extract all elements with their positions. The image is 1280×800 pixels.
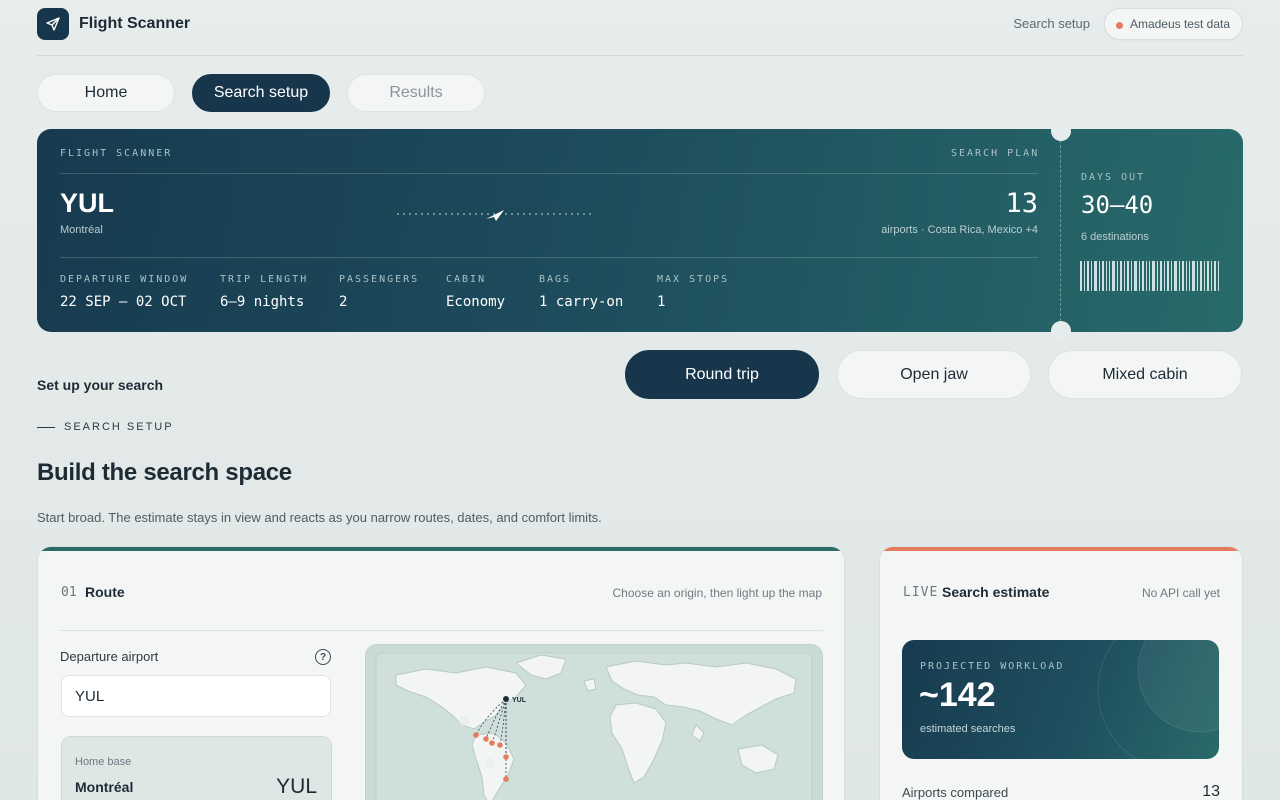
field-label: DEPARTURE WINDOW [60, 274, 189, 285]
workload-label: PROJECTED WORKLOAD [920, 661, 1065, 672]
eyebrow-label: SEARCH SETUP [64, 421, 174, 433]
field-label: MAX STOPS [657, 274, 730, 285]
airports-compared-value: 13 [1202, 783, 1220, 800]
departure-airport-input[interactable] [61, 675, 331, 717]
field-label: BAGS [539, 274, 572, 285]
cabin-value: Economy [446, 294, 506, 310]
barcode [1080, 261, 1219, 291]
search-setup-link[interactable]: Search setup [1013, 16, 1090, 31]
divider [60, 257, 1038, 258]
mixed-cabin-button[interactable]: Mixed cabin [1048, 350, 1242, 399]
card-number: 01 [61, 585, 77, 600]
round-trip-button[interactable]: Round trip [625, 350, 819, 399]
divider [60, 630, 823, 631]
card-accent [880, 547, 1242, 551]
section-eyebrow: SEARCH SETUP [37, 421, 174, 433]
airport-count: 13 [1005, 188, 1038, 219]
page-title: Build the search space [37, 459, 292, 486]
ticket-brand: FLIGHT SCANNER [60, 148, 173, 159]
estimate-card: LIVE Search estimate No API call yet PRO… [879, 546, 1243, 800]
tab-search-setup[interactable]: Search setup [192, 74, 330, 112]
plane-icon [486, 210, 504, 221]
origin-code: YUL [60, 188, 114, 218]
home-base-label: Home base [75, 756, 132, 768]
home-base-city: Montréal [75, 779, 134, 795]
airport-desc: airports · Costa Rica, Mexico +4 [881, 224, 1038, 236]
trip-length-value: 6–9 nights [220, 294, 305, 310]
destinations-count: 6 destinations [1081, 231, 1149, 243]
world-map: YUL [375, 652, 813, 800]
field-label: TRIP LENGTH [220, 274, 309, 285]
top-bar: Flight Scanner Search setup Amadeus test… [37, 8, 1243, 48]
divider [37, 426, 55, 428]
days-out-value: 30–40 [1081, 191, 1154, 219]
departure-airport-label: Departure airport [60, 649, 159, 664]
live-label: LIVE [903, 585, 939, 600]
home-base-panel[interactable]: Home base Montréal YUL [61, 736, 332, 800]
api-status: No API call yet [1141, 586, 1220, 600]
search-plan-ticket: FLIGHT SCANNER SEARCH PLAN YUL Montréal … [37, 129, 1243, 332]
map-origin-label: YUL [512, 697, 527, 704]
data-source-badge[interactable]: Amadeus test data [1103, 8, 1243, 40]
divider [60, 173, 1038, 174]
card-title: Route [85, 584, 125, 600]
passengers-value: 2 [339, 294, 348, 310]
paper-plane-icon[interactable] [37, 8, 69, 40]
route-map[interactable]: YUL [365, 644, 823, 800]
app-title: Flight Scanner [79, 15, 191, 32]
question-circle-icon[interactable]: ? [315, 649, 331, 665]
workload-panel: PROJECTED WORKLOAD ~142 estimated search… [902, 640, 1219, 759]
bags-value: 1 carry-on [539, 294, 624, 310]
status-dot-icon [1115, 22, 1123, 29]
page-description: Start broad. The estimate stays in view … [37, 510, 602, 525]
open-jaw-button[interactable]: Open jaw [837, 350, 1031, 399]
setup-title: Set up your search [37, 377, 164, 393]
route-card: 01 Route Choose an origin, then light up… [37, 546, 845, 800]
card-title: Search estimate [942, 584, 1050, 600]
tab-results[interactable]: Results [347, 74, 485, 112]
card-accent [38, 547, 844, 551]
departure-window-value: 22 SEP – 02 OCT [60, 294, 187, 310]
origin-city: Montréal [60, 224, 103, 236]
field-label: CABIN [446, 274, 487, 285]
data-source-label: Amadeus test data [1129, 17, 1230, 31]
divider [37, 55, 1243, 56]
search-plan-label: SEARCH PLAN [951, 148, 1040, 159]
max-stops-value: 1 [657, 294, 666, 310]
airports-compared-label: Airports compared [902, 785, 1009, 800]
field-label: PASSENGERS [339, 274, 420, 285]
workload-value: ~142 [919, 676, 996, 714]
ticket-notch [1051, 121, 1071, 141]
days-out-label: DAYS OUT [1081, 172, 1146, 183]
tab-home[interactable]: Home [37, 74, 175, 112]
home-base-code: YUL [276, 775, 317, 798]
workload-unit: estimated searches [920, 723, 1016, 735]
ticket-perforation [1060, 140, 1061, 321]
decorative-rings [1097, 640, 1219, 759]
card-hint: Choose an origin, then light up the map [612, 586, 822, 600]
ticket-notch [1051, 321, 1071, 341]
